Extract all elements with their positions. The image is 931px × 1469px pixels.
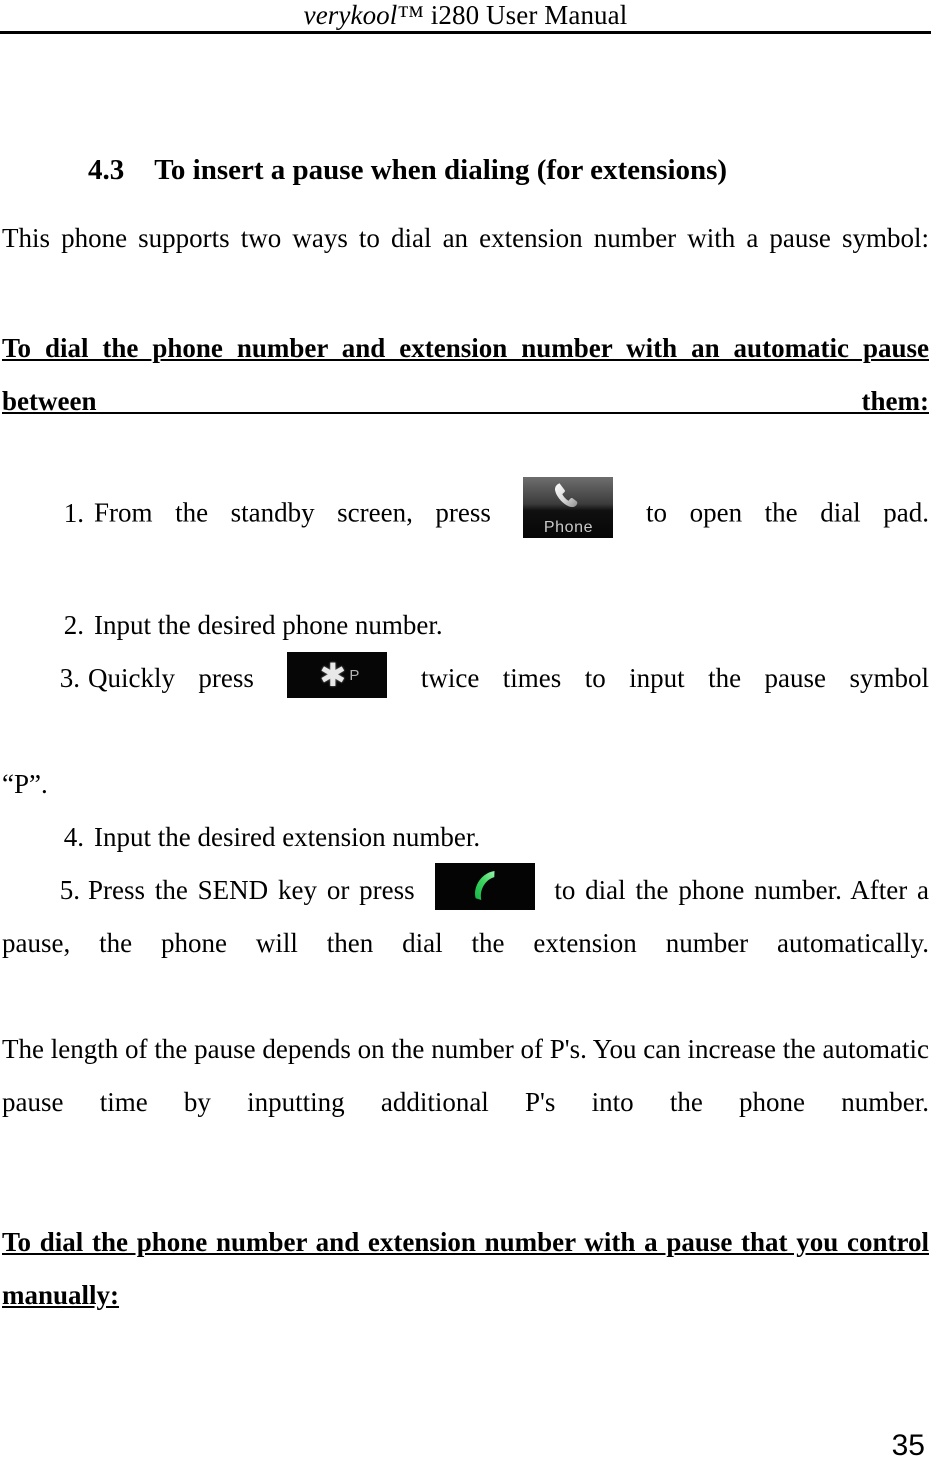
subheading-manual-pause: To dial the phone number and extension n…: [2, 1227, 929, 1310]
step-number: 5.: [59, 875, 80, 905]
step-text-after: to open the dial pad.: [646, 497, 929, 528]
page-number: 35: [891, 1429, 925, 1462]
step-number: 4.: [63, 822, 84, 852]
step-item-2: 2. Input the desired phone number.: [2, 599, 929, 652]
section-number: 4.3: [88, 154, 125, 186]
star-pause-key-icon: ✱ P: [287, 651, 388, 698]
green-handset-glyph: [474, 871, 494, 901]
page-header: verykool™ i280 User Manual: [0, 0, 931, 34]
step-item-3: 3. Quickly press ✱ P twice times to input…: [2, 651, 929, 758]
step-number: 1.: [63, 497, 84, 528]
step-item-1: 1. From the standby screen, press Phone t…: [2, 477, 929, 599]
step-text-before: Press the SEND key or press: [88, 875, 415, 905]
step-number: 2.: [63, 610, 84, 640]
document-body: 4.3 To insert a pause when dialing (for e…: [2, 150, 929, 1379]
pause-p-glyph: P: [349, 666, 360, 684]
section-heading: 4.3 To insert a pause when dialing (for e…: [2, 150, 929, 190]
step-text-before: Input the desired extension number.: [94, 822, 481, 852]
header-model-text: i280 User Manual: [423, 0, 628, 30]
section-title: To insert a pause when dialing (for exte…: [154, 154, 728, 186]
step-item-5: 5. Press the SEND key or press to dial th…: [2, 863, 929, 1023]
step-item-4: 4. Input the desired extension number.: [2, 811, 929, 864]
step-text-after: twice times to input the pause symbol: [420, 663, 929, 693]
step-number: 3.: [59, 663, 80, 693]
step-item-3-continuation: “P”.: [2, 769, 48, 799]
header-title: verykool™ i280 User Manual: [0, 0, 931, 30]
step-text-before: Quickly press: [88, 663, 254, 693]
intro-paragraph: This phone supports two ways to dial an …: [2, 223, 929, 253]
step-text-before: Input the desired phone number.: [94, 610, 443, 640]
brand-name: verykool: [303, 0, 398, 30]
header-divider-rule: [0, 31, 931, 34]
green-call-key-icon: [434, 863, 535, 911]
phone-icon-label: Phone: [543, 519, 594, 536]
pause-length-paragraph: The length of the pause depends on the n…: [2, 1034, 929, 1117]
trademark-symbol: ™: [397, 0, 424, 30]
step-text-before: From the standby screen, press: [94, 497, 491, 528]
phone-app-icon: Phone: [523, 477, 614, 538]
subheading-automatic-pause: To dial the phone number and extension n…: [2, 333, 929, 416]
asterisk-glyph: ✱: [319, 655, 347, 694]
handset-glyph: [555, 483, 578, 508]
document-page: verykool™ i280 User Manual 4.3 To insert …: [0, 0, 931, 1469]
